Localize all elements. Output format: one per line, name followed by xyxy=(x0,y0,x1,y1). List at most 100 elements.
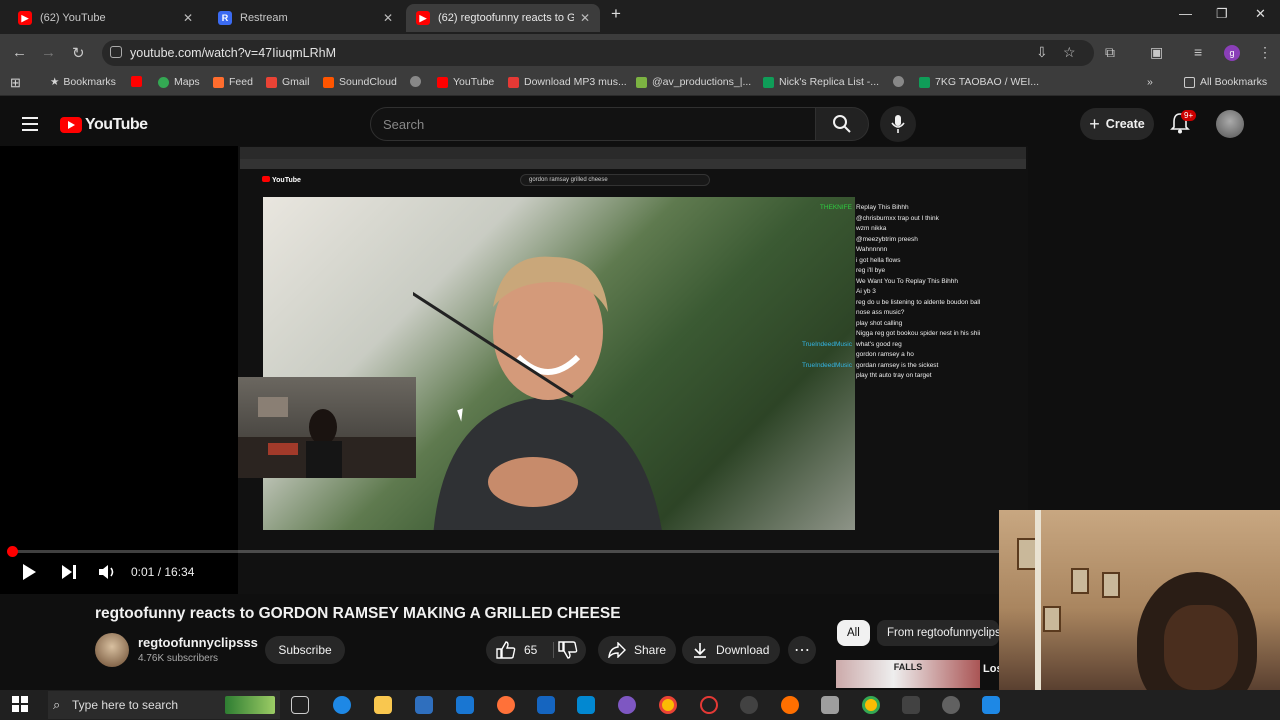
reaction-webcam-overlay xyxy=(238,377,416,478)
share-button[interactable]: Share xyxy=(598,636,676,664)
reload-button[interactable]: ↻ xyxy=(72,44,85,62)
site-info-icon[interactable] xyxy=(110,46,122,58)
close-window-button[interactable]: ✕ xyxy=(1255,6,1266,22)
close-icon[interactable]: ✕ xyxy=(580,11,590,25)
profile-icon[interactable]: g xyxy=(1224,45,1240,61)
more-actions-button[interactable]: ⋯ xyxy=(788,636,816,664)
youtube-logo[interactable]: YouTube xyxy=(60,116,148,134)
download-icon xyxy=(694,643,706,658)
picture-frame xyxy=(1071,568,1089,594)
edge-icon[interactable] xyxy=(333,696,351,714)
app-icon[interactable] xyxy=(577,696,595,714)
volume-icon xyxy=(99,565,114,579)
more-menu-icon[interactable]: ⋮ xyxy=(1258,44,1272,61)
bookmark-item[interactable]: SoundCloud xyxy=(323,76,397,88)
globe-icon[interactable] xyxy=(893,76,909,87)
share-icon xyxy=(608,642,626,658)
time-display: 0:01 / 16:34 xyxy=(131,565,195,579)
channel-name[interactable]: regtoofunnyclipsss xyxy=(138,635,258,650)
thumbs-down-icon xyxy=(558,641,578,659)
close-icon[interactable]: ✕ xyxy=(383,11,393,25)
chip-all[interactable]: All xyxy=(837,620,870,646)
apps-icon[interactable]: ⊞ xyxy=(10,75,21,91)
back-button[interactable]: ← xyxy=(12,44,27,61)
app-icon[interactable] xyxy=(821,696,839,714)
search-button[interactable] xyxy=(815,107,869,141)
install-icon[interactable]: ⇩ xyxy=(1036,44,1048,61)
close-icon[interactable]: ✕ xyxy=(183,11,193,25)
tab-title: Restream xyxy=(240,12,288,24)
next-button[interactable] xyxy=(60,563,78,586)
dislike-button[interactable] xyxy=(556,636,578,664)
thumbs-up-icon xyxy=(496,641,516,659)
fl-studio-icon[interactable] xyxy=(781,696,799,714)
video-title: regtoofunny reacts to GORDON RAMSEY MAKI… xyxy=(95,605,621,622)
room-scene xyxy=(238,397,416,478)
file-explorer-icon[interactable] xyxy=(374,696,392,714)
chevron-right-icon[interactable]: » xyxy=(1147,76,1153,88)
avatar[interactable] xyxy=(1216,110,1244,138)
youtube-icon[interactable] xyxy=(131,76,147,87)
chrome-icon[interactable] xyxy=(862,696,880,714)
youtube-icon xyxy=(60,117,82,133)
streamer-face xyxy=(1164,605,1238,690)
extensions-icon[interactable]: ⧉ xyxy=(1105,44,1115,61)
like-button[interactable]: 65 xyxy=(490,636,537,664)
inner-tab-bar xyxy=(240,147,1026,159)
progress-scrubber[interactable] xyxy=(7,546,18,557)
tab-restream[interactable]: R Restream ✕ xyxy=(208,4,403,32)
dropbox-icon[interactable] xyxy=(537,696,555,714)
picture-frame xyxy=(1043,606,1061,632)
star-icon[interactable]: ☆ xyxy=(1063,44,1076,61)
opera-icon[interactable] xyxy=(700,696,718,714)
chrome-icon[interactable] xyxy=(659,696,677,714)
inner-search: gordon ramsay grilled cheese xyxy=(520,174,710,186)
bookmark-item[interactable]: YouTube xyxy=(437,76,494,88)
download-button[interactable]: Download xyxy=(682,636,780,664)
app-icon[interactable] xyxy=(902,696,920,714)
bookmark-item[interactable]: ★ Bookmarks xyxy=(50,76,116,88)
voice-search-button[interactable] xyxy=(880,106,916,142)
menu-icon[interactable] xyxy=(22,117,38,135)
bookmark-item[interactable]: @av_productions_|... xyxy=(636,76,751,88)
related-video-thumbnail[interactable]: FALLS xyxy=(836,660,980,688)
discord-icon[interactable] xyxy=(618,696,636,714)
bookmark-item[interactable]: Nick's Replica List -... xyxy=(763,76,879,88)
bookmark-item[interactable]: Maps xyxy=(158,76,200,88)
minimize-button[interactable]: — xyxy=(1179,6,1192,21)
progress-bar[interactable] xyxy=(12,550,1000,553)
channel-avatar[interactable] xyxy=(95,633,129,667)
volume-button[interactable] xyxy=(98,563,118,586)
divider xyxy=(553,642,554,658)
sidepanel-icon[interactable]: ▣ xyxy=(1150,44,1163,61)
firefox-icon[interactable] xyxy=(497,696,515,714)
play-button[interactable] xyxy=(20,563,38,586)
app-icon[interactable] xyxy=(982,696,1000,714)
obs-icon[interactable] xyxy=(942,696,960,714)
bookmark-item[interactable]: Feed xyxy=(213,76,253,88)
new-tab-button[interactable]: + xyxy=(611,4,621,24)
bookmark-item[interactable]: Download MP3 mus... xyxy=(508,76,627,88)
mail-icon[interactable] xyxy=(456,696,474,714)
globe-icon[interactable] xyxy=(410,76,426,87)
forward-button[interactable]: → xyxy=(41,44,56,61)
store-icon[interactable] xyxy=(415,696,433,714)
tab-video[interactable]: ▶ (62) regtoofunny reacts to GOR ✕ xyxy=(406,4,600,32)
person-figure xyxy=(413,256,662,530)
maximize-button[interactable]: ❐ xyxy=(1216,6,1228,22)
chip-from-channel[interactable]: From regtoofunnyclips xyxy=(877,620,999,646)
4k-downloader-icon[interactable] xyxy=(740,696,758,714)
task-view-icon[interactable] xyxy=(291,696,309,714)
bookmark-item[interactable]: 7KG TAOBAO / WEI... xyxy=(919,76,1039,88)
create-button[interactable]: + Create xyxy=(1080,108,1154,140)
url-field[interactable]: youtube.com/watch?v=47IiuqmLRhM xyxy=(102,40,1094,66)
media-icon[interactable]: ≡ xyxy=(1194,44,1202,60)
all-bookmarks-button[interactable]: All Bookmarks xyxy=(1184,76,1267,88)
search-input[interactable]: Search xyxy=(370,107,816,141)
subscribe-button[interactable]: Subscribe xyxy=(265,636,345,664)
search-highlight-icon xyxy=(225,696,275,714)
bookmark-item[interactable]: Gmail xyxy=(266,76,309,88)
tab-youtube[interactable]: ▶ (62) YouTube ✕ xyxy=(8,4,203,32)
inner-youtube-logo: YouTube xyxy=(262,176,301,184)
windows-start-icon[interactable] xyxy=(12,696,28,712)
